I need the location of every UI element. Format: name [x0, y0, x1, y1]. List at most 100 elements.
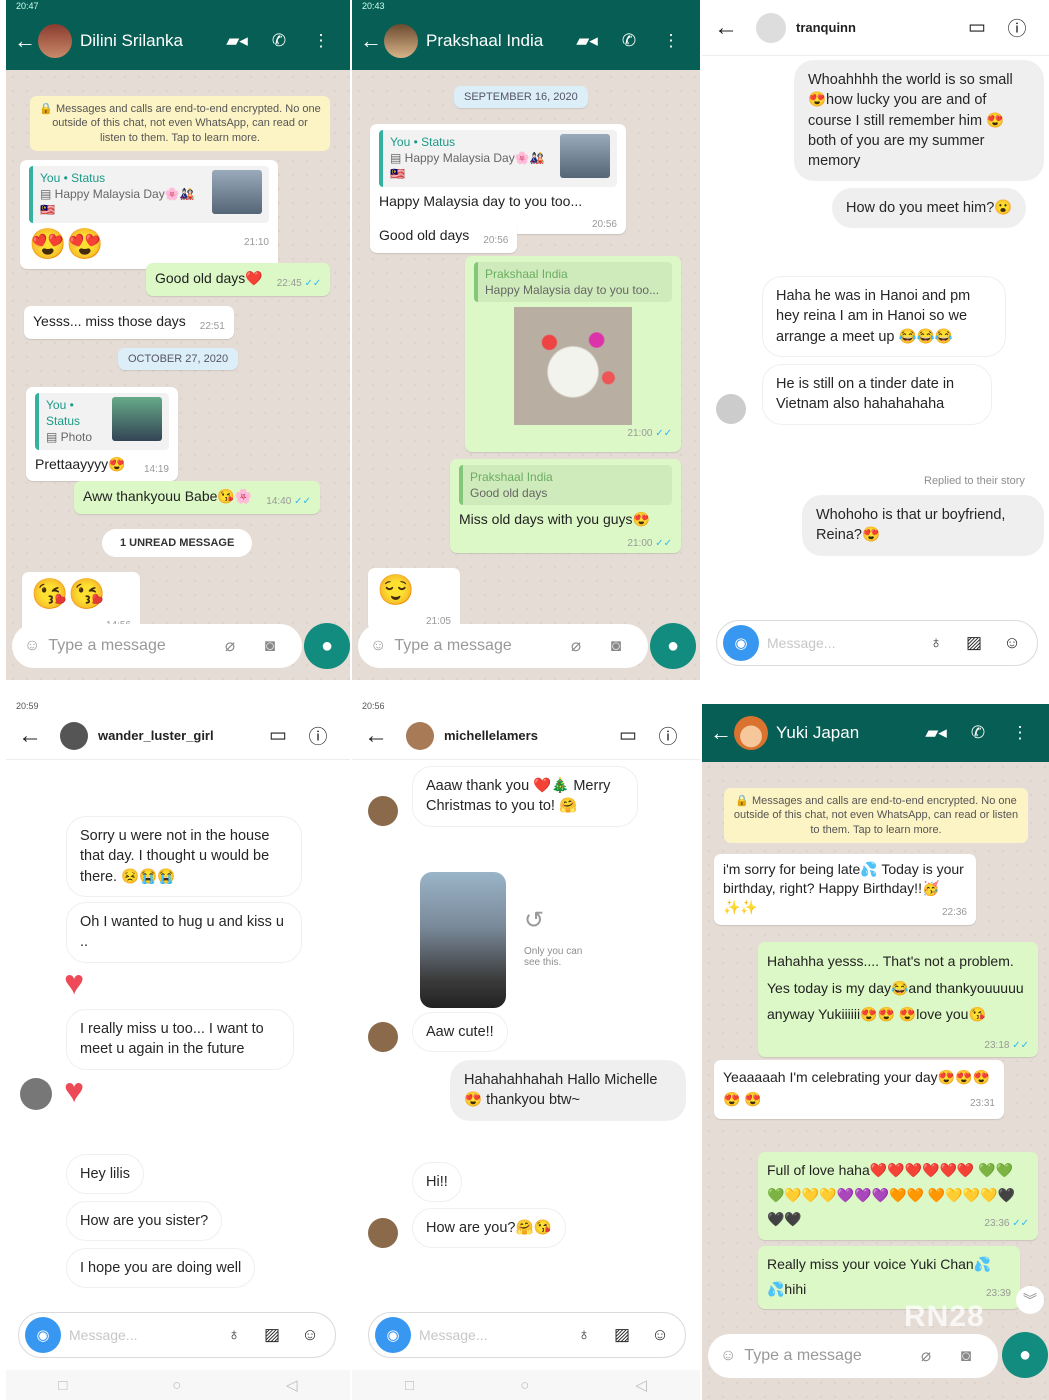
avatar[interactable] [60, 721, 88, 750]
back-arrow-icon[interactable]: ← [364, 722, 406, 750]
encryption-notice[interactable]: 🔒 Messages and calls are end-to-end encr… [724, 788, 1028, 843]
incoming-message[interactable]: Sorry u were not in the house that day. … [66, 816, 302, 897]
video-call-icon[interactable]: ▭ [608, 724, 648, 747]
username[interactable]: tranquinn [796, 20, 957, 35]
avatar[interactable] [38, 24, 72, 58]
mic-button[interactable]: ● [650, 623, 696, 669]
incoming-message[interactable]: Hey lilis [66, 1154, 144, 1195]
camera-icon[interactable]: ◙ [946, 1346, 986, 1366]
back-arrow-icon[interactable]: ← [714, 14, 756, 42]
incoming-message[interactable]: i'm sorry for being late💦 Today is your … [714, 854, 976, 925]
emoji-icon[interactable]: ☺ [720, 1347, 736, 1365]
mic-icon[interactable]: ♁ [917, 633, 955, 653]
incoming-message[interactable]: He is still on a tinder date in Vietnam … [762, 364, 992, 425]
incoming-message[interactable]: Haha he was in Hanoi and pm hey reina I … [762, 276, 1006, 357]
gallery-icon[interactable]: ▨ [955, 633, 993, 653]
incoming-message[interactable]: Aaaw thank you ❤️🎄 Merry Christmas to yo… [412, 766, 638, 827]
message-input[interactable]: ◉ Message... ♁ ▨ ☺ [18, 1312, 336, 1358]
mic-icon[interactable]: ♁ [565, 1325, 603, 1345]
outgoing-message[interactable]: Whohoho is that ur boyfriend, Reina?😍 [802, 495, 1044, 556]
home-icon[interactable]: ○ [520, 1377, 529, 1394]
outgoing-message[interactable]: Hahahha yesss.... That's not a problem. … [758, 942, 1038, 1057]
sender-avatar[interactable] [368, 796, 398, 826]
info-icon[interactable]: ⓘ [298, 722, 338, 749]
video-call-icon[interactable]: ▰◂ [216, 31, 258, 51]
outgoing-message[interactable]: Hahahahhahah Hallo Michelle 😍 thankyou b… [450, 1060, 686, 1121]
username[interactable]: wander_luster_girl [98, 728, 258, 743]
contact-name[interactable]: Yuki Japan [776, 723, 915, 743]
menu-icon[interactable]: ⋮ [300, 31, 342, 51]
mic-button[interactable]: ● [304, 623, 350, 669]
info-icon[interactable]: ⓘ [648, 722, 688, 749]
phone-icon[interactable]: ✆ [258, 31, 300, 51]
outgoing-image-reply[interactable]: Prakshaal India Happy Malaysia day to you… [465, 256, 681, 452]
message-input[interactable]: ◉ Message... ♁ ▨ ☺ [368, 1312, 686, 1358]
message-input[interactable]: ☺ Type a message ⌀ ◙ [12, 624, 302, 668]
incoming-message[interactable]: Yesss... miss those days 22:51 [24, 306, 234, 339]
attach-icon[interactable]: ⌀ [210, 636, 250, 656]
incoming-message[interactable]: Oh I wanted to hug u and kiss u .. [66, 902, 302, 963]
info-icon[interactable]: ⓘ [997, 14, 1037, 41]
back-arrow-icon[interactable]: ← [710, 720, 734, 746]
phone-icon[interactable]: ✆ [957, 723, 999, 743]
recents-icon[interactable]: □ [405, 1377, 414, 1394]
menu-icon[interactable]: ⋮ [999, 723, 1041, 743]
outgoing-message[interactable]: Good old days❤️ 22:45 ✓✓ [146, 263, 331, 296]
status-reply-message[interactable]: You • Status ▤ Happy Malaysia Day🌸🎎🇲🇾 Hap… [370, 124, 626, 234]
sticker-icon[interactable]: ☺ [291, 1325, 329, 1345]
sender-avatar[interactable] [20, 1078, 52, 1110]
camera-icon[interactable]: ◉ [723, 625, 759, 661]
incoming-message[interactable]: 😌 21:05 [368, 568, 460, 631]
sender-avatar[interactable] [716, 394, 746, 424]
camera-icon[interactable]: ◙ [250, 636, 290, 656]
emoji-icon[interactable]: ☺ [24, 637, 40, 655]
sticker-icon[interactable]: ☺ [993, 633, 1031, 653]
incoming-message[interactable]: I really miss u too... I want to meet u … [66, 1009, 294, 1070]
incoming-message[interactable]: I hope you are doing well [66, 1248, 256, 1289]
incoming-message[interactable]: How are you?🤗😘 [412, 1208, 566, 1249]
sender-avatar[interactable] [368, 1218, 398, 1248]
incoming-message[interactable]: Aaw cute!! [412, 1012, 508, 1053]
home-icon[interactable]: ○ [172, 1377, 181, 1394]
message-input[interactable]: ◉ Message... ♁ ▨ ☺ [716, 620, 1038, 666]
attach-icon[interactable]: ⌀ [906, 1346, 946, 1366]
camera-icon[interactable]: ◙ [596, 636, 636, 656]
incoming-message[interactable]: How are you sister? [66, 1201, 223, 1242]
incoming-message[interactable]: Hi!! [412, 1162, 462, 1203]
encryption-notice[interactable]: 🔒 Messages and calls are end-to-end encr… [30, 96, 330, 151]
sticker-icon[interactable]: ☺ [641, 1325, 679, 1345]
gallery-icon[interactable]: ▨ [603, 1325, 641, 1345]
outgoing-message[interactable]: Full of love haha❤️❤️❤️❤️❤️❤️ 💚💚💚💛💛💛💜💜💜🧡… [758, 1152, 1038, 1240]
back-icon[interactable]: ◁ [286, 1376, 298, 1394]
avatar[interactable] [734, 716, 768, 750]
avatar[interactable] [384, 24, 418, 58]
avatar[interactable] [756, 12, 786, 43]
back-arrow-icon[interactable]: ← [360, 28, 384, 54]
video-call-icon[interactable]: ▰◂ [566, 31, 608, 51]
gallery-icon[interactable]: ▨ [253, 1325, 291, 1345]
mic-icon[interactable]: ♁ [215, 1325, 253, 1345]
back-arrow-icon[interactable]: ← [18, 722, 60, 750]
video-call-icon[interactable]: ▭ [957, 16, 997, 39]
camera-icon[interactable]: ◉ [25, 1317, 61, 1353]
menu-icon[interactable]: ⋮ [650, 31, 692, 51]
shared-story-image[interactable] [420, 872, 506, 1008]
recents-icon[interactable]: □ [58, 1377, 67, 1394]
back-icon[interactable]: ◁ [635, 1376, 647, 1394]
video-call-icon[interactable]: ▰◂ [915, 723, 957, 743]
emoji-icon[interactable]: ☺ [370, 637, 386, 655]
outgoing-message[interactable]: Aww thankyouu Babe😘🌸 14:40 ✓✓ [74, 481, 320, 514]
message-input[interactable]: ☺ Type a message ⌀ ◙ [708, 1334, 998, 1378]
message-input[interactable]: ☺ Type a message ⌀ ◙ [358, 624, 648, 668]
outgoing-message[interactable]: Whoahhhh the world is so small😍how lucky… [794, 60, 1044, 182]
avatar[interactable] [406, 721, 434, 750]
contact-name[interactable]: Prakshaal India [426, 31, 566, 51]
incoming-message[interactable]: Good old days 20:56 [370, 220, 518, 253]
contact-name[interactable]: Dilini Srilanka [80, 31, 216, 51]
gif-image[interactable] [514, 307, 632, 426]
status-reply-message[interactable]: You • Status ▤ Photo Prettaayyyy😍 14:19 [26, 387, 178, 482]
replay-icon[interactable]: ↺ [524, 906, 544, 935]
phone-icon[interactable]: ✆ [608, 31, 650, 51]
scroll-down-icon[interactable]: ︾ [1016, 1286, 1044, 1314]
username[interactable]: michellelamers [444, 728, 608, 743]
